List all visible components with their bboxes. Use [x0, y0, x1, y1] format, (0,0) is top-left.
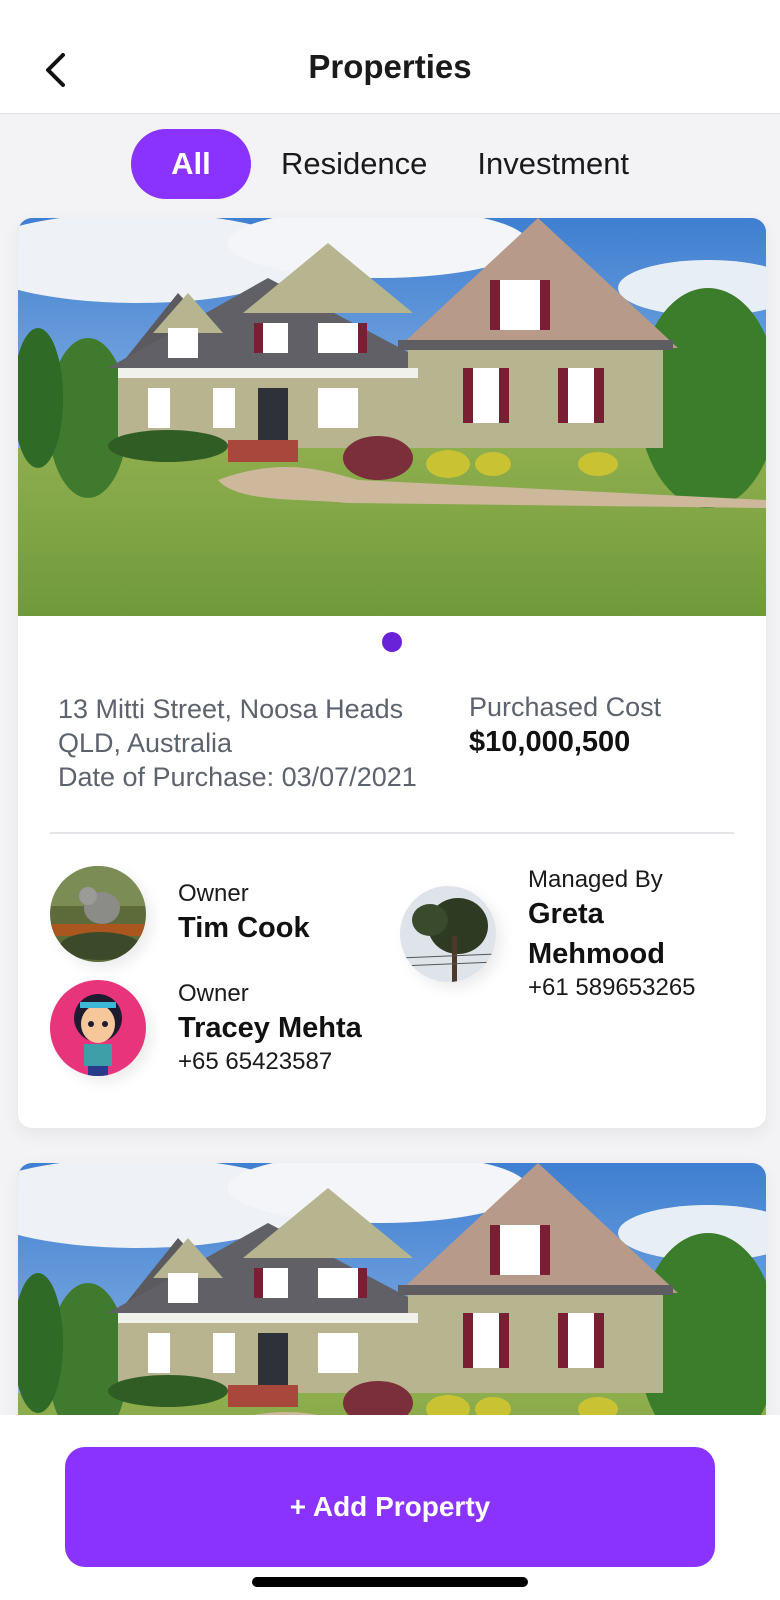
person-name: Greta Mehmood	[528, 898, 665, 970]
purchase-date: Date of Purchase: 03/07/2021	[58, 762, 417, 792]
app-header: Properties	[0, 0, 780, 114]
page-title: Properties	[308, 48, 472, 85]
owner-tim-cook[interactable]: Owner Tim Cook	[50, 866, 310, 962]
person-name: Tracey Mehta	[178, 1012, 362, 1044]
address-line-1: 13 Mitti Street, Noosa Heads	[58, 694, 404, 724]
property-card[interactable]: 13 Mitti Street, Noosa Heads QLD, Austra…	[18, 218, 766, 1128]
tab-all[interactable]: All	[130, 129, 251, 199]
avatar	[50, 980, 146, 1076]
person-role: Owner	[178, 880, 249, 907]
person-name: Tim Cook	[178, 912, 310, 944]
avatar	[50, 866, 146, 962]
avatar	[400, 886, 496, 982]
person-phone[interactable]: +65 65423587	[178, 1048, 362, 1076]
address-line-2: QLD, Australia	[58, 728, 233, 758]
person-role: Owner	[178, 980, 249, 1007]
add-property-button[interactable]: + Add Property	[65, 1447, 715, 1567]
tab-residence[interactable]: Residence	[261, 129, 447, 199]
person-phone[interactable]: +61 589653265	[528, 974, 728, 1002]
cost-value: $10,000,500	[469, 726, 631, 758]
owner-tracey-mehta[interactable]: Owner Tracey Mehta +65 65423587	[50, 980, 362, 1076]
manager-greta-mehmood[interactable]: Managed By Greta Mehmood +61 589653265	[400, 866, 728, 1002]
carousel-dot	[382, 632, 402, 652]
cost-label: Purchased Cost	[469, 692, 662, 722]
home-indicator	[252, 1577, 528, 1587]
filter-tabs: All Residence Investment	[0, 128, 780, 200]
house-photo	[18, 218, 766, 616]
person-role: Managed By	[528, 866, 663, 893]
tab-investment[interactable]: Investment	[457, 129, 649, 199]
property-address: 13 Mitti Street, Noosa Heads QLD, Austra…	[58, 692, 458, 794]
bottom-bar: + Add Property	[0, 1415, 780, 1600]
divider	[50, 832, 734, 834]
